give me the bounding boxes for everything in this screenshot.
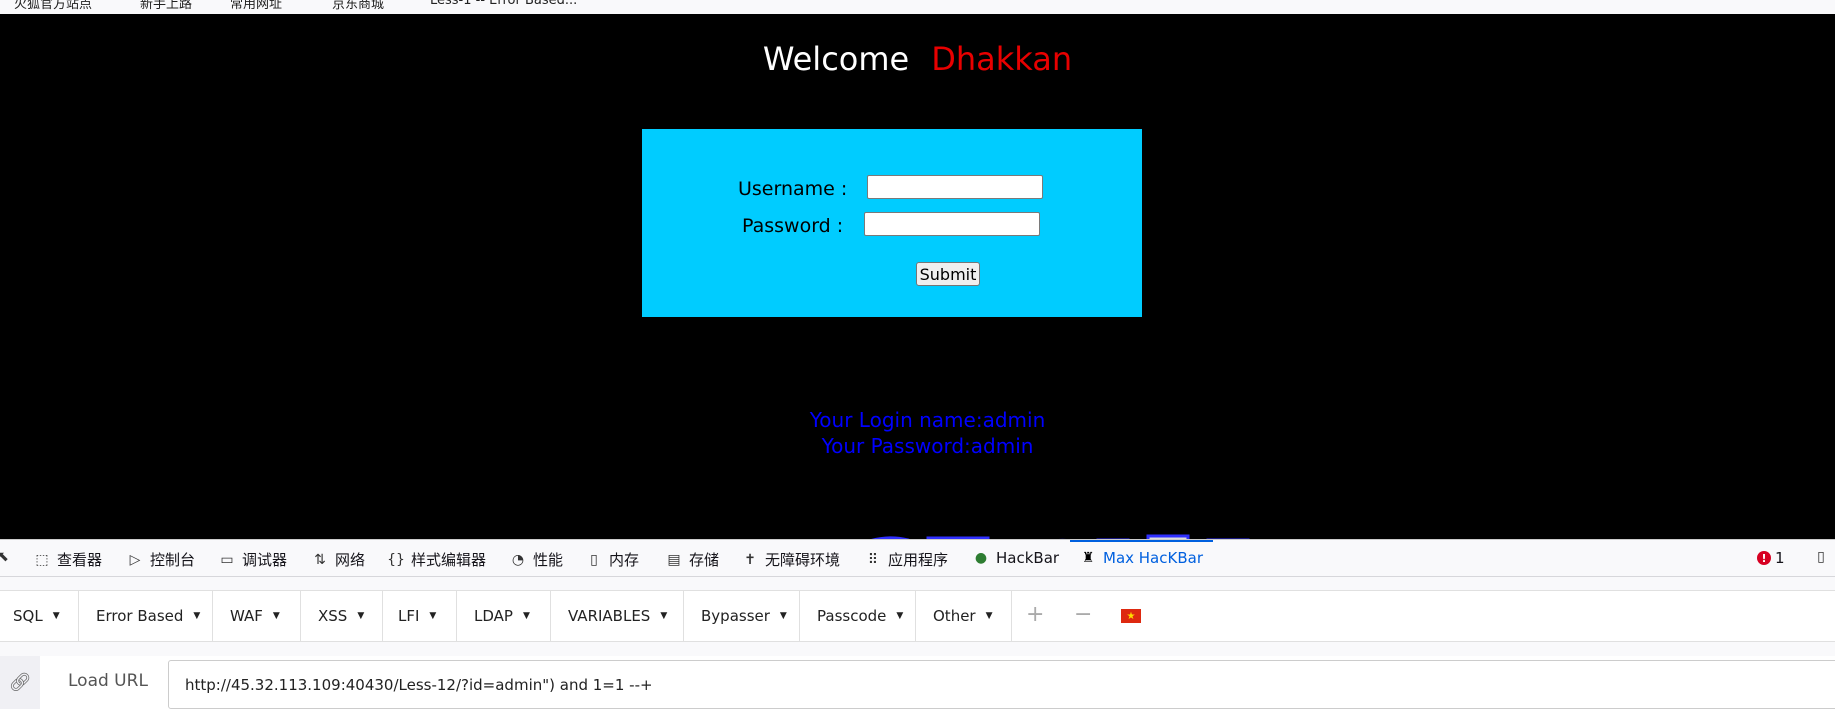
bookmark-item[interactable]: 新手上路: [140, 0, 192, 12]
flag-icon[interactable]: ★: [1121, 609, 1141, 623]
tab-storage[interactable]: ▤ 存储: [665, 549, 719, 570]
menu-bypasser[interactable]: Bypasser ▼: [684, 591, 800, 641]
caret-down-icon: ▼: [272, 611, 280, 621]
page-title: Welcome Dhakkan: [0, 40, 1835, 78]
performance-icon: ◔: [511, 551, 525, 568]
bookmark-item[interactable]: 火狐官方站点: [14, 0, 92, 12]
caret-down-icon: ▼: [357, 611, 365, 621]
inspector-icon: ⬚: [35, 551, 49, 568]
menu-waf[interactable]: WAF ▼: [213, 591, 301, 641]
load-url-button[interactable]: Load URL: [68, 671, 148, 691]
plus-icon[interactable]: +: [1026, 604, 1044, 626]
login-name-result: Your Login name:admin: [809, 408, 1046, 432]
username-input[interactable]: [867, 175, 1043, 199]
password-result: Your Password:admin: [821, 434, 1034, 458]
web-page: Welcome Dhakkan Username : Password : Sub…: [0, 14, 1835, 539]
debugger-icon: ▭: [220, 551, 234, 568]
menu-passcode[interactable]: Passcode ▼: [800, 591, 916, 641]
dock-toggle-button[interactable]: ▯: [1812, 549, 1830, 565]
caret-down-icon: ▼: [660, 611, 668, 621]
tab-accessibility[interactable]: ✝ 无障碍环境: [741, 549, 840, 570]
banner-image: [871, 534, 1250, 539]
password-label: Password :: [742, 215, 844, 237]
link-icon: 🔗︎: [0, 656, 40, 709]
pick-element-icon: ⬉: [0, 549, 9, 565]
tab-hackbar[interactable]: ● HackBar: [972, 549, 1059, 567]
menu-ldap[interactable]: LDAP ▼: [457, 591, 551, 641]
active-tab-indicator: [1070, 540, 1213, 542]
application-icon: ⠿: [867, 551, 879, 568]
tab-performance[interactable]: ◔ 性能: [509, 549, 563, 570]
devtools-tab-bar: ⬉ ⬚ 查看器 ▷ 控制台 ▭ 调试器 ⇅ 网络 {} 样式编辑器 ◔ 性能 ▯ 内存 ▤ 存储…: [0, 539, 1835, 577]
tab-debugger[interactable]: ▭ 调试器: [218, 549, 287, 570]
caret-down-icon: ▼: [429, 611, 437, 621]
login-form: Username : Password : Submit: [642, 129, 1142, 317]
console-icon: ▷: [129, 551, 141, 568]
caret-down-icon: ▼: [779, 611, 787, 621]
network-icon: ⇅: [314, 551, 326, 568]
caret-down-icon: ▼: [896, 611, 904, 621]
minus-icon[interactable]: −: [1074, 604, 1092, 626]
storage-icon: ▤: [667, 551, 681, 568]
url-input[interactable]: http://45.32.113.109:40430/Less-12/?id=a…: [168, 660, 1835, 709]
menu-xss[interactable]: XSS ▼: [301, 591, 383, 641]
caret-down-icon: ▼: [193, 611, 201, 621]
menu-variables[interactable]: VARIABLES ▼: [551, 591, 684, 641]
menu-lfi[interactable]: LFI ▼: [383, 591, 457, 641]
accessibility-icon: ✝: [744, 551, 756, 568]
username-label: Username :: [738, 178, 848, 200]
tab-network[interactable]: ⇅ 网络: [311, 549, 365, 570]
caret-down-icon: ▼: [985, 611, 993, 621]
bookmarks-bar: 火狐官方站点 新手上路 常用网址 京东商城 Less-1 -- Error Ba…: [0, 0, 1835, 14]
submit-button[interactable]: Submit: [916, 262, 980, 286]
error-icon: !: [1757, 551, 1771, 565]
url-row: 🔗︎ Load URL http://45.32.113.109:40430/L…: [0, 656, 1835, 709]
error-count-badge[interactable]: ! 1: [1757, 549, 1785, 567]
menu-other[interactable]: Other ▼: [916, 591, 1012, 641]
pick-element-button[interactable]: ⬉: [0, 549, 12, 565]
style-editor-icon: {}: [387, 551, 405, 568]
caret-down-icon: ▼: [522, 611, 530, 621]
tab-inspector[interactable]: ⬚ 查看器: [33, 549, 102, 570]
tab-application[interactable]: ⠿ 应用程序: [864, 549, 948, 570]
welcome-text: Welcome: [762, 40, 910, 78]
max-hackbar-icon: ♜: [1081, 550, 1095, 566]
password-input[interactable]: [864, 212, 1040, 236]
tab-max-hackbar[interactable]: ♜ Max HacKBar: [1079, 549, 1203, 567]
memory-icon: ▯: [590, 551, 598, 568]
bookmark-item[interactable]: 常用网址: [230, 0, 282, 12]
tab-console[interactable]: ▷ 控制台: [126, 549, 195, 570]
welcome-name: Dhakkan: [931, 40, 1073, 78]
hackbar-toolbar: SQL ▼ Error Based ▼ WAF ▼ XSS ▼ LFI ▼ LDAP ▼ V…: [0, 590, 1835, 642]
menu-error-based[interactable]: Error Based ▼: [79, 591, 213, 641]
menu-sql[interactable]: SQL ▼: [0, 591, 79, 641]
tab-style-editor[interactable]: {} 样式编辑器: [387, 549, 486, 570]
bookmark-item[interactable]: 京东商城: [332, 0, 384, 12]
dock-icon: ▯: [1817, 549, 1825, 565]
caret-down-icon: ▼: [52, 611, 60, 621]
hackbar-icon: ●: [974, 550, 988, 566]
bookmark-item[interactable]: Less-1 -- Error Based...: [430, 0, 577, 8]
tab-memory[interactable]: ▯ 内存: [585, 549, 639, 570]
